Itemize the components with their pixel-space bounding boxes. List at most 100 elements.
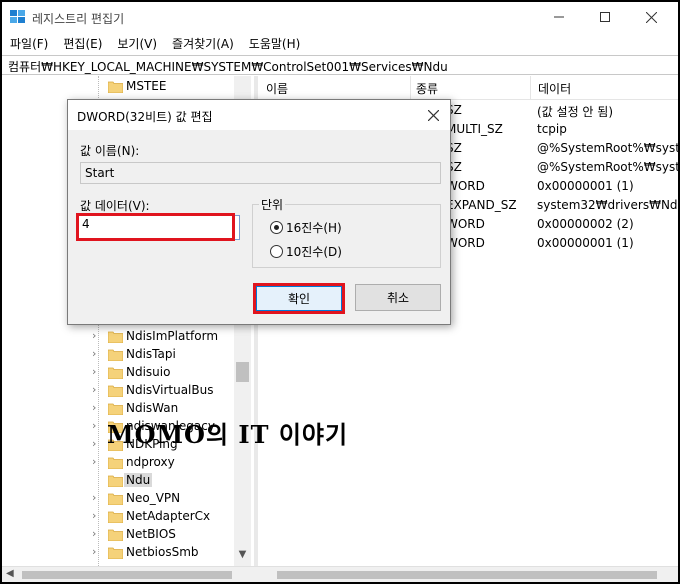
- column-type-header[interactable]: 종류: [416, 80, 438, 97]
- address-bar[interactable]: 컴퓨터₩HKEY_LOCAL_MACHINE₩SYSTEM₩ControlSet…: [2, 55, 678, 75]
- chevron-right-icon[interactable]: ›: [92, 491, 96, 504]
- watermark-text: MOMO의 IT 이야기: [107, 420, 349, 449]
- folder-icon: [108, 385, 123, 397]
- tree-item[interactable]: MSTEE: [2, 78, 234, 96]
- close-button[interactable]: [628, 2, 674, 32]
- tree-item[interactable]: › NetAdapterCx: [2, 508, 234, 526]
- tree-item[interactable]: › ndproxy: [2, 454, 234, 472]
- tree-scroll-thumb[interactable]: [236, 362, 249, 382]
- menu-file[interactable]: 파일(F): [2, 33, 55, 53]
- hex-radio-label: 16진수(H): [286, 221, 342, 235]
- chevron-right-icon[interactable]: ›: [92, 509, 96, 522]
- value-name-field[interactable]: Start: [80, 162, 441, 184]
- menu-view[interactable]: 보기(V): [109, 33, 164, 53]
- value-data-cell: @%SystemRoot%₩system: [537, 160, 678, 174]
- folder-icon: [108, 349, 123, 361]
- value-data-cell: 0x00000002 (2): [537, 217, 634, 231]
- tree-item-label: NetbiosSmb: [126, 545, 199, 559]
- chevron-right-icon[interactable]: ›: [92, 455, 96, 468]
- menu-help[interactable]: 도움말(H): [241, 33, 308, 53]
- tree-hscroll-thumb[interactable]: [22, 571, 232, 579]
- minimize-button[interactable]: [536, 2, 582, 32]
- chevron-right-icon[interactable]: ›: [92, 527, 96, 540]
- window-title: 레지스트리 편집기: [32, 12, 125, 26]
- tree-item-label: NetAdapterCx: [126, 509, 211, 523]
- folder-icon: [108, 493, 123, 505]
- list-hscroll-thumb[interactable]: [277, 571, 657, 579]
- title-bar[interactable]: 레지스트리 편집기: [2, 2, 678, 32]
- maximize-icon: [600, 12, 610, 22]
- chevron-right-icon[interactable]: ›: [92, 545, 96, 558]
- column-separator[interactable]: [530, 76, 531, 100]
- tree-item[interactable]: › NdisTapi: [2, 346, 234, 364]
- folder-icon: [108, 511, 123, 523]
- radio-unchecked-icon: [270, 245, 283, 258]
- value-data-cell: system32₩drivers₩Ndu.sy: [537, 198, 678, 212]
- tree-item[interactable]: › NetBIOS: [2, 526, 234, 544]
- value-name-label: 값 이름(N):: [80, 144, 140, 158]
- value-type-cell: MULTI_SZ: [446, 122, 503, 136]
- dialog-close-button[interactable]: [420, 104, 446, 126]
- tree-item[interactable]: › Neo_VPN: [2, 490, 234, 508]
- chevron-right-icon[interactable]: ›: [92, 419, 96, 432]
- tree-item-label: NdisVirtualBus: [126, 383, 214, 397]
- tree-item-label: Ndu: [124, 473, 153, 487]
- scroll-down-arrow-icon[interactable]: ▼: [234, 546, 251, 563]
- chevron-right-icon[interactable]: ›: [92, 365, 96, 378]
- folder-icon: [108, 367, 123, 379]
- scroll-left-arrow-icon[interactable]: ◀: [6, 568, 14, 579]
- edit-dword-dialog: DWORD(32비트) 값 편집 값 이름(N): Start 값 데이터(V)…: [67, 99, 451, 325]
- folder-icon: [108, 331, 123, 343]
- minimize-icon: [554, 16, 564, 18]
- value-list-header: 이름 종류 데이터: [258, 76, 678, 100]
- tree-item[interactable]: › Ndisuio: [2, 364, 234, 382]
- folder-icon: [108, 81, 123, 93]
- menu-edit[interactable]: 편집(E): [55, 33, 109, 53]
- chevron-right-icon[interactable]: ›: [92, 401, 96, 414]
- column-name-header[interactable]: 이름: [266, 80, 288, 97]
- radio-checked-icon: [270, 221, 283, 234]
- base-group-label: 단위: [259, 196, 286, 213]
- value-data-input[interactable]: 4: [76, 213, 235, 241]
- registry-editor-window: 레지스트리 편집기 파일(F) 편집(E) 보기(V) 즐겨찾기(A) 도움말(…: [0, 0, 680, 584]
- tree-item[interactable]: › NdisImPlatform: [2, 328, 234, 346]
- folder-icon: [108, 547, 123, 559]
- tree-item[interactable]: › NetbiosSmb: [2, 544, 234, 562]
- dialog-title-bar[interactable]: DWORD(32비트) 값 편집: [68, 100, 450, 130]
- value-data-label: 값 데이터(V):: [80, 199, 150, 213]
- ok-button-label: 확인: [256, 286, 342, 311]
- chevron-right-icon[interactable]: ›: [92, 437, 96, 450]
- tree-item-label: NdisTapi: [126, 347, 176, 361]
- value-data-cell: tcpip: [537, 122, 567, 136]
- tree-item[interactable]: Ndu: [2, 472, 234, 490]
- folder-icon: [108, 457, 123, 469]
- tree-item[interactable]: › NdisVirtualBus: [2, 382, 234, 400]
- registry-editor-icon: [10, 10, 25, 23]
- value-data-cell: 0x00000001 (1): [537, 179, 634, 193]
- value-data-cell: 0x00000001 (1): [537, 236, 634, 250]
- horizontal-scrollbar[interactable]: ◀: [2, 566, 678, 582]
- value-type-cell: WORD: [446, 179, 485, 193]
- chevron-right-icon[interactable]: ›: [92, 347, 96, 360]
- tree-item-label: NdisImPlatform: [126, 329, 219, 343]
- close-icon: [427, 109, 439, 121]
- maximize-button[interactable]: [582, 2, 628, 32]
- column-separator[interactable]: [410, 76, 411, 100]
- tree-item-label: Neo_VPN: [126, 491, 181, 505]
- chevron-right-icon[interactable]: ›: [92, 383, 96, 396]
- hex-radio[interactable]: 16진수(H): [270, 219, 342, 236]
- column-data-header[interactable]: 데이터: [538, 80, 571, 97]
- tree-item-label: MSTEE: [126, 79, 167, 93]
- ok-button[interactable]: 확인: [253, 283, 345, 314]
- menu-favorites[interactable]: 즐겨찾기(A): [164, 33, 241, 53]
- value-data-cell: @%SystemRoot%₩system: [537, 141, 678, 155]
- close-icon: [645, 11, 657, 23]
- folder-icon: [108, 475, 123, 487]
- dialog-title: DWORD(32비트) 값 편집: [77, 110, 213, 124]
- value-type-cell: WORD: [446, 236, 485, 250]
- cancel-button[interactable]: 취소: [355, 284, 441, 311]
- chevron-right-icon[interactable]: ›: [92, 329, 96, 342]
- dec-radio[interactable]: 10진수(D): [270, 243, 342, 260]
- tree-item-label: ndproxy: [126, 455, 175, 469]
- tree-item-label: NdisWan: [126, 401, 179, 415]
